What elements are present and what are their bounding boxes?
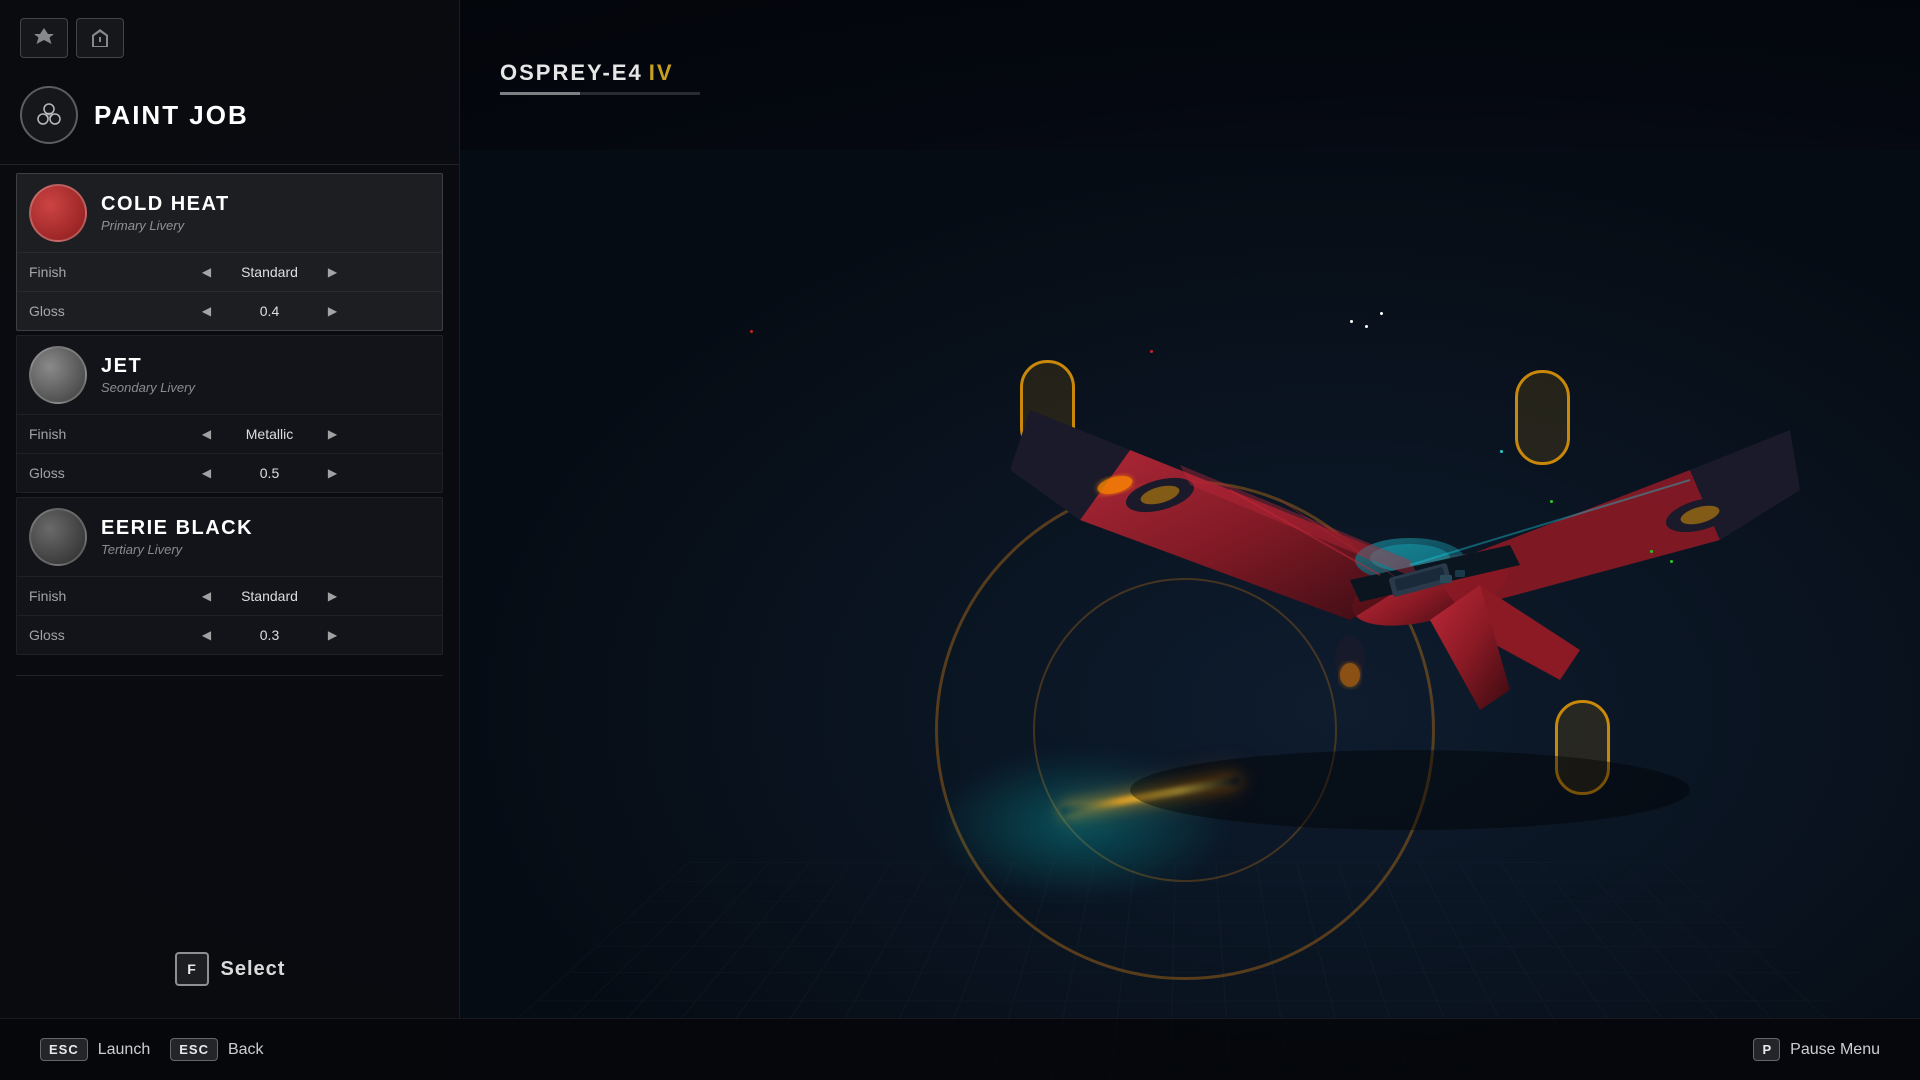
scatter-dot bbox=[1550, 500, 1553, 503]
ship-name: OSPREY-E4IV bbox=[500, 60, 700, 86]
faction-icon bbox=[32, 26, 56, 50]
nav-icon-1[interactable] bbox=[20, 18, 68, 58]
livery-cold-heat-header: COLD HEAT Primary Livery bbox=[17, 174, 442, 252]
eerie-black-gloss-value: 0.3 bbox=[230, 627, 310, 643]
eerie-black-finish-next[interactable]: ▶ bbox=[322, 585, 344, 607]
back-button[interactable]: ESC Back bbox=[170, 1038, 263, 1061]
nav-icon-2[interactable] bbox=[76, 18, 124, 58]
paint-job-icon bbox=[20, 86, 78, 144]
color-swatch-cold-heat bbox=[29, 184, 87, 242]
jet-finish-next[interactable]: ▶ bbox=[322, 423, 344, 445]
jet-gloss-value: 0.5 bbox=[230, 465, 310, 481]
back-label: Back bbox=[228, 1041, 264, 1059]
scatter-dot bbox=[1670, 560, 1673, 563]
color-swatch-eerie-black bbox=[29, 508, 87, 566]
livery-eerie-black-header: EERIE BLACK Tertiary Livery bbox=[17, 498, 442, 576]
eerie-black-gloss-prev[interactable]: ◀ bbox=[196, 624, 218, 646]
cold-heat-finish-next[interactable]: ▶ bbox=[322, 261, 344, 283]
cold-heat-finish-prev[interactable]: ◀ bbox=[196, 261, 218, 283]
jet-finish-control: ◀ Metallic ▶ bbox=[109, 423, 430, 445]
scatter-dot bbox=[1500, 450, 1503, 453]
scatter-dot bbox=[1380, 312, 1383, 315]
livery-eerie-black-name: EERIE BLACK bbox=[101, 517, 253, 540]
livery-jet-info: JET Seondary Livery bbox=[101, 355, 195, 395]
scatter-dot bbox=[1365, 325, 1368, 328]
jet-finish-label: Finish bbox=[29, 426, 109, 442]
ship-title-area: OSPREY-E4IV bbox=[500, 60, 700, 95]
select-key-badge: F bbox=[175, 952, 209, 986]
cold-heat-finish-value: Standard bbox=[230, 264, 310, 280]
top-navigation bbox=[0, 0, 459, 76]
eerie-black-finish-row: Finish ◀ Standard ▶ bbox=[17, 576, 442, 615]
pause-menu-button[interactable]: P Pause Menu bbox=[1753, 1038, 1880, 1061]
pause-key-badge: P bbox=[1753, 1038, 1780, 1061]
jet-gloss-prev[interactable]: ◀ bbox=[196, 462, 218, 484]
bottom-bar: ESC Launch ESC Back P Pause Menu bbox=[0, 1018, 1920, 1080]
eerie-black-finish-control: ◀ Standard ▶ bbox=[109, 585, 430, 607]
ship-icon bbox=[88, 26, 112, 50]
eerie-black-finish-label: Finish bbox=[29, 588, 109, 604]
jet-finish-value: Metallic bbox=[230, 426, 310, 442]
cold-heat-gloss-label: Gloss bbox=[29, 303, 109, 319]
panel-divider bbox=[16, 675, 443, 676]
livery-eerie-black-sub: Tertiary Livery bbox=[101, 542, 253, 557]
select-action-bar: F Select bbox=[0, 938, 460, 1000]
livery-item-jet[interactable]: JET Seondary Livery Finish ◀ Metallic ▶ … bbox=[16, 335, 443, 493]
livery-item-cold-heat[interactable]: COLD HEAT Primary Livery Finish ◀ Standa… bbox=[16, 173, 443, 331]
select-action-label: Select bbox=[221, 958, 286, 981]
eerie-black-finish-value: Standard bbox=[230, 588, 310, 604]
livery-jet-header: JET Seondary Livery bbox=[17, 336, 442, 414]
jet-finish-prev[interactable]: ◀ bbox=[196, 423, 218, 445]
scatter-dot bbox=[1650, 550, 1653, 553]
eerie-black-gloss-next[interactable]: ▶ bbox=[322, 624, 344, 646]
eerie-black-finish-prev[interactable]: ◀ bbox=[196, 585, 218, 607]
scatter-dot bbox=[750, 330, 753, 333]
launch-button[interactable]: ESC Launch bbox=[40, 1038, 150, 1061]
ship-progress-bar bbox=[500, 92, 700, 95]
livery-cold-heat-name: COLD HEAT bbox=[101, 193, 230, 216]
pause-menu-label: Pause Menu bbox=[1790, 1041, 1880, 1059]
livery-jet-name: JET bbox=[101, 355, 195, 378]
livery-cold-heat-sub: Primary Livery bbox=[101, 218, 230, 233]
cold-heat-finish-control: ◀ Standard ▶ bbox=[109, 261, 430, 283]
jet-gloss-row: Gloss ◀ 0.5 ▶ bbox=[17, 453, 442, 492]
cold-heat-finish-row: Finish ◀ Standard ▶ bbox=[17, 252, 442, 291]
scatter-dot bbox=[1150, 350, 1153, 353]
cold-heat-gloss-prev[interactable]: ◀ bbox=[196, 300, 218, 322]
cold-heat-gloss-value: 0.4 bbox=[230, 303, 310, 319]
color-swatch-jet bbox=[29, 346, 87, 404]
livery-eerie-black-info: EERIE BLACK Tertiary Livery bbox=[101, 517, 253, 557]
left-panel: PAINT JOB COLD HEAT Primary Livery Finis… bbox=[0, 0, 460, 1080]
jet-gloss-next[interactable]: ▶ bbox=[322, 462, 344, 484]
jet-gloss-control: ◀ 0.5 ▶ bbox=[109, 462, 430, 484]
bottom-left-actions: ESC Launch ESC Back bbox=[40, 1038, 264, 1061]
back-key-badge: ESC bbox=[170, 1038, 218, 1061]
livery-cold-heat-info: COLD HEAT Primary Livery bbox=[101, 193, 230, 233]
launch-key-badge: ESC bbox=[40, 1038, 88, 1061]
launch-label: Launch bbox=[98, 1041, 151, 1059]
livery-item-eerie-black[interactable]: EERIE BLACK Tertiary Livery Finish ◀ Sta… bbox=[16, 497, 443, 655]
jet-finish-row: Finish ◀ Metallic ▶ bbox=[17, 414, 442, 453]
scatter-dot bbox=[1350, 320, 1353, 323]
livery-jet-sub: Seondary Livery bbox=[101, 380, 195, 395]
cold-heat-gloss-row: Gloss ◀ 0.4 ▶ bbox=[17, 291, 442, 330]
cold-heat-finish-label: Finish bbox=[29, 264, 109, 280]
eerie-black-gloss-label: Gloss bbox=[29, 627, 109, 643]
ship-display bbox=[930, 270, 1830, 920]
paint-job-title: PAINT JOB bbox=[94, 100, 249, 131]
eerie-black-gloss-control: ◀ 0.3 ▶ bbox=[109, 624, 430, 646]
ship-svg bbox=[930, 270, 1830, 920]
ship-progress-fill bbox=[500, 92, 580, 95]
cold-heat-gloss-control: ◀ 0.4 ▶ bbox=[109, 300, 430, 322]
eerie-black-gloss-row: Gloss ◀ 0.3 ▶ bbox=[17, 615, 442, 654]
paint-job-header: PAINT JOB bbox=[0, 76, 459, 165]
jet-gloss-label: Gloss bbox=[29, 465, 109, 481]
hangar-scene bbox=[450, 150, 1920, 1080]
cold-heat-gloss-next[interactable]: ▶ bbox=[322, 300, 344, 322]
